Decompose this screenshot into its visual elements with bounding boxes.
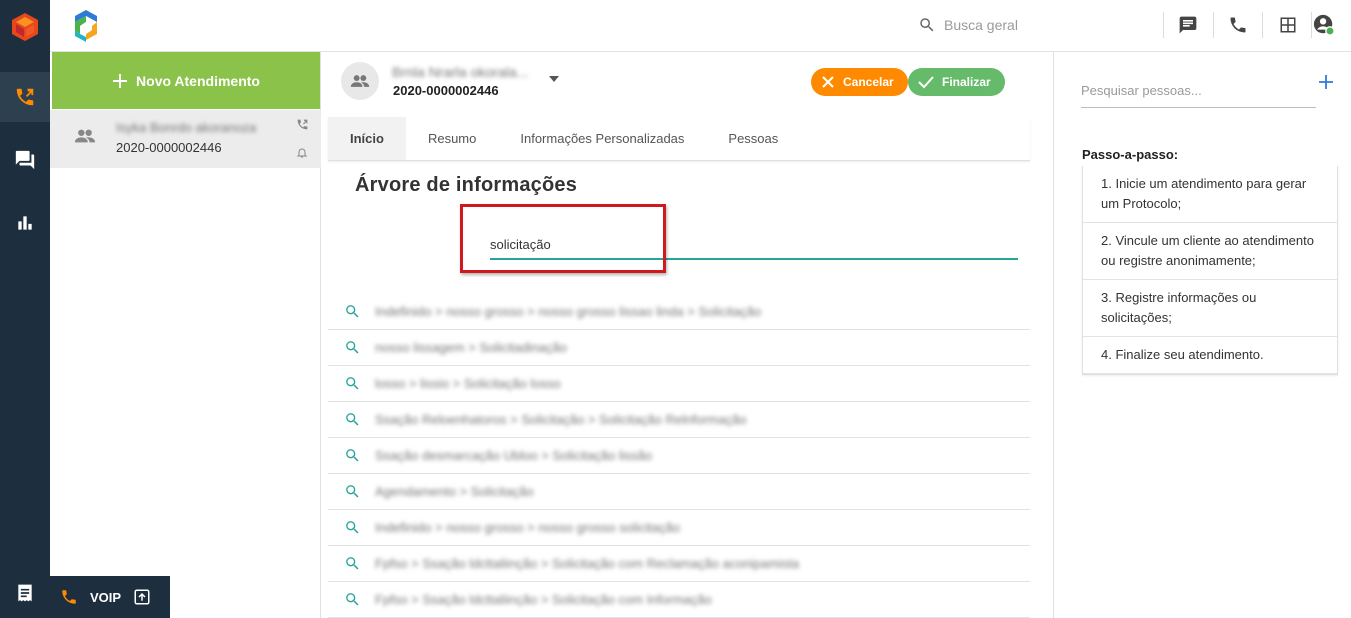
main-panel: Brnla Nrarla okorala... 2020-0000002446 … bbox=[323, 52, 1053, 618]
search-icon bbox=[344, 447, 361, 464]
search-icon bbox=[344, 519, 361, 536]
finalize-label: Finalizar bbox=[942, 75, 991, 89]
steps-title: Passo-a-passo: bbox=[1082, 147, 1179, 162]
result-item[interactable]: Ssação Reloenhatoros > Solicitação > Sol… bbox=[328, 402, 1030, 438]
step-item: 1. Inicie um atendimento para gerar um P… bbox=[1083, 166, 1337, 223]
result-item[interactable]: nosso lissagem > Solicitadinação bbox=[328, 330, 1030, 366]
tab-informacoes-personalizadas[interactable]: Informações Personalizadas bbox=[498, 117, 706, 160]
cancel-button[interactable]: Cancelar bbox=[811, 68, 908, 96]
tabs: Início Resumo Informações Personalizadas… bbox=[328, 117, 1030, 161]
list-item-protocol: 2020-0000002446 bbox=[116, 140, 222, 155]
result-item[interactable]: Ssação desmarcação Ubloo > Solicitação l… bbox=[328, 438, 1030, 474]
tab-inicio[interactable]: Início bbox=[328, 117, 406, 160]
divider bbox=[1163, 12, 1164, 38]
step-item: 2. Vincule um cliente ao atendimento ou … bbox=[1083, 223, 1337, 280]
step-item: 4. Finalize seu atendimento. bbox=[1083, 337, 1337, 374]
top-bar bbox=[50, 0, 1351, 52]
result-label: Agendamento > Solicitação bbox=[375, 484, 534, 499]
divider bbox=[1213, 12, 1214, 38]
result-item[interactable]: Indefinido > nosso grosso > nosso grosso… bbox=[328, 294, 1030, 330]
result-item[interactable]: Fpfso > Ssação ldcttaliinção > Solicitaç… bbox=[328, 582, 1030, 618]
search-results: Indefinido > nosso grosso > nosso grosso… bbox=[328, 294, 1030, 618]
attendance-list: Novo Atendimento Isyka Bonrdo akoranoza … bbox=[50, 52, 321, 618]
rail-calls-icon[interactable] bbox=[0, 72, 50, 122]
rail-notes-icon[interactable] bbox=[0, 568, 50, 618]
new-attendance-button[interactable]: Novo Atendimento bbox=[52, 52, 320, 109]
result-item[interactable]: Fpfso > Ssação ldcttaliinção > Solicitaç… bbox=[328, 546, 1030, 582]
result-label: Fpfso > Ssação ldcttaliinção > Solicitaç… bbox=[375, 592, 712, 607]
search-icon bbox=[344, 375, 361, 392]
result-item[interactable]: losso > lissio > Solicitação losso bbox=[328, 366, 1030, 402]
voip-label: VOIP bbox=[90, 589, 122, 605]
app-logo-icon[interactable] bbox=[10, 12, 40, 42]
result-label: Indefinido > nosso grosso > nosso grosso… bbox=[375, 304, 762, 319]
search-icon bbox=[918, 16, 936, 34]
search-icon bbox=[344, 411, 361, 428]
steps-list: 1. Inicie um atendimento para gerar um P… bbox=[1082, 166, 1338, 375]
search-icon bbox=[344, 555, 361, 572]
group-icon bbox=[350, 75, 370, 87]
grid-icon[interactable] bbox=[1276, 13, 1300, 37]
left-rail bbox=[0, 0, 50, 618]
check-icon bbox=[918, 75, 934, 89]
divider bbox=[1262, 12, 1263, 38]
global-search-input[interactable] bbox=[944, 17, 1134, 33]
tab-resumo[interactable]: Resumo bbox=[406, 117, 498, 160]
result-label: Ssação Reloenhatoros > Solicitação > Sol… bbox=[375, 412, 747, 427]
bell-icon bbox=[296, 146, 308, 159]
rail-reports-icon[interactable] bbox=[0, 198, 50, 248]
caret-down-icon[interactable] bbox=[549, 76, 559, 82]
contact-protocol: 2020-0000002446 bbox=[393, 83, 499, 98]
result-item[interactable]: Agendamento > Solicitação bbox=[328, 474, 1030, 510]
result-label: Fpfso > Ssação ldcttaliinção > Solicitaç… bbox=[375, 556, 800, 571]
list-item[interactable]: Isyka Bonrdo akoranoza 2020-0000002446 bbox=[50, 110, 321, 168]
group-icon bbox=[74, 128, 96, 144]
tab-pessoas[interactable]: Pessoas bbox=[706, 117, 800, 160]
cancel-label: Cancelar bbox=[843, 75, 894, 89]
finalize-button[interactable]: Finalizar bbox=[908, 68, 1005, 96]
tree-title: Árvore de informações bbox=[355, 174, 578, 196]
open-window-icon[interactable] bbox=[133, 588, 151, 606]
result-label: nosso lissagem > Solicitadinação bbox=[375, 340, 567, 355]
rail-chat-icon[interactable] bbox=[0, 135, 50, 185]
call-incoming-icon bbox=[296, 118, 309, 131]
search-icon bbox=[344, 591, 361, 608]
global-search[interactable] bbox=[918, 12, 1134, 38]
search-icon bbox=[344, 483, 361, 500]
close-icon bbox=[821, 75, 835, 89]
contact-avatar bbox=[341, 62, 379, 100]
new-attendance-label: Novo Atendimento bbox=[136, 72, 260, 89]
chat-icon[interactable] bbox=[1176, 13, 1200, 37]
highlight-box bbox=[460, 204, 666, 273]
step-item: 3. Registre informações ou solicitações; bbox=[1083, 280, 1337, 337]
result-label: Indefinido > nosso grosso > nosso grosso… bbox=[375, 520, 680, 535]
plus-icon bbox=[112, 73, 128, 89]
search-icon bbox=[344, 339, 361, 356]
right-panel: Passo-a-passo: 1. Inicie um atendimento … bbox=[1053, 52, 1351, 618]
search-icon bbox=[344, 303, 361, 320]
list-item-name: Isyka Bonrdo akoranoza bbox=[116, 120, 257, 135]
phone-icon bbox=[60, 588, 78, 606]
user-status-icon[interactable] bbox=[1312, 13, 1336, 37]
contact-name: Brnla Nrarla okorala... bbox=[392, 64, 529, 80]
voip-bar[interactable]: VOIP bbox=[50, 576, 170, 618]
result-item[interactable]: Indefinido > nosso grosso > nosso grosso… bbox=[328, 510, 1030, 546]
brand-logo-icon bbox=[67, 8, 105, 44]
add-person-icon[interactable] bbox=[1318, 74, 1334, 90]
phone-icon[interactable] bbox=[1226, 13, 1250, 37]
people-search-input[interactable] bbox=[1081, 74, 1316, 108]
result-label: losso > lissio > Solicitação losso bbox=[375, 376, 561, 391]
result-label: Ssação desmarcação Ubloo > Solicitação l… bbox=[375, 448, 653, 463]
